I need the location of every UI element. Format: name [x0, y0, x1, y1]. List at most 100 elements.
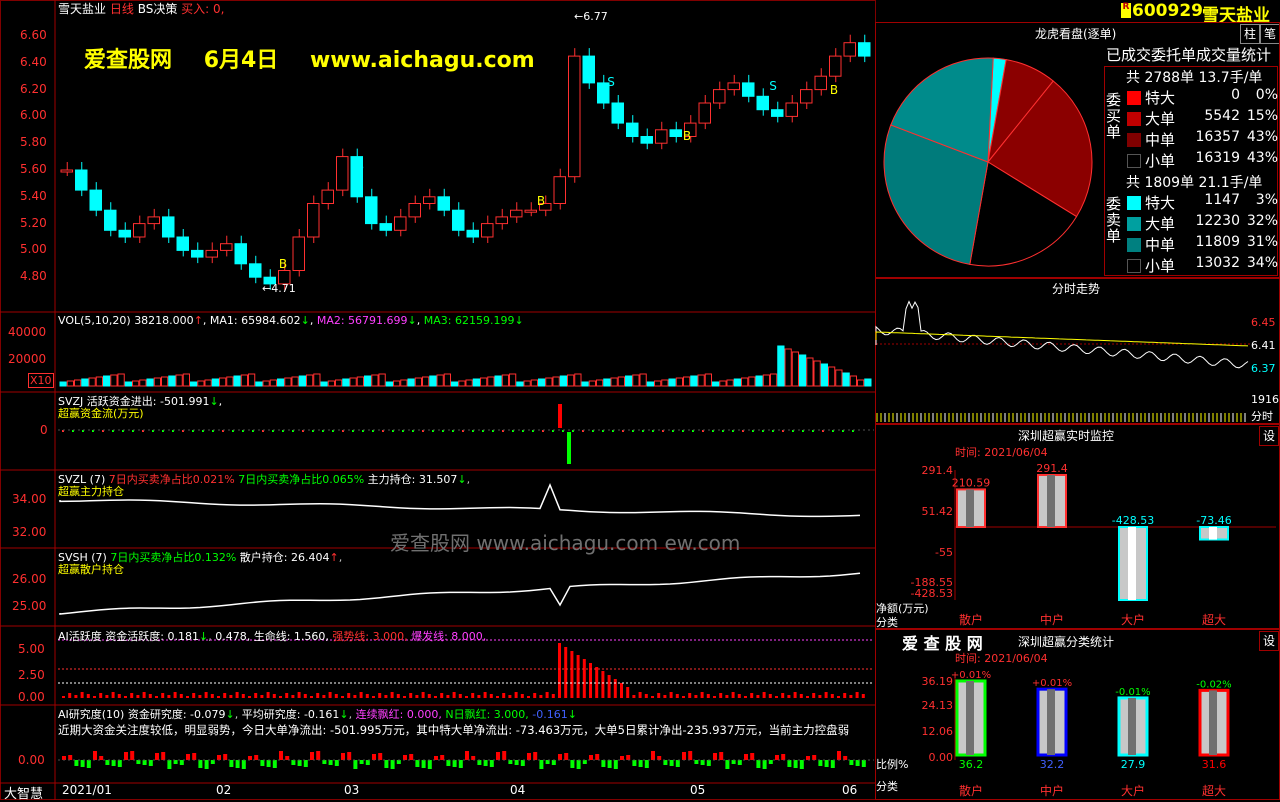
activity-bar — [415, 695, 419, 698]
activity-bar — [229, 695, 233, 698]
activity-bar — [799, 694, 803, 698]
price-axis-tick: 5.80 — [20, 135, 47, 150]
volume-bar — [639, 373, 647, 387]
activity-bar — [130, 693, 134, 698]
research-bar — [341, 753, 345, 760]
activity-bar — [105, 695, 109, 698]
volume-bar — [480, 377, 488, 387]
svzl-subtitle: 超赢主力持仓 — [58, 485, 124, 498]
research-bar — [471, 756, 476, 760]
sell-row-label: 特大 — [1145, 194, 1176, 212]
research-bar — [359, 760, 364, 764]
activity-bar — [477, 695, 481, 698]
activity-bar — [545, 692, 549, 698]
activity-bar — [303, 694, 307, 698]
candle-body — [176, 236, 189, 251]
sell-signal: S — [607, 75, 615, 89]
candle-body — [611, 102, 624, 124]
volume-bar — [124, 381, 132, 387]
volume-bar — [277, 378, 285, 387]
research-bar — [248, 756, 252, 760]
volume-bar — [806, 357, 814, 387]
activity-bar — [514, 692, 518, 698]
vol-axis-20000: 20000 — [8, 352, 47, 366]
realtime-settings-button[interactable]: 设 — [1259, 426, 1279, 446]
volume-bar — [487, 376, 495, 387]
volume-bar — [320, 381, 328, 387]
activity-bar — [719, 693, 723, 698]
activity-bar — [837, 696, 840, 698]
research-bar — [626, 755, 631, 760]
buy-row-label: 中单 — [1145, 131, 1176, 149]
activity-bar — [161, 693, 165, 698]
research-bar — [204, 760, 209, 769]
activity-bar — [179, 694, 183, 698]
activity-bar — [341, 696, 344, 698]
research-bar — [372, 754, 376, 760]
volume-bar — [313, 373, 321, 387]
research-bar — [837, 751, 841, 760]
research-bar — [861, 760, 866, 767]
price-axis-tick: 5.40 — [20, 188, 47, 203]
activity-bar — [204, 692, 208, 698]
activity-bar — [818, 695, 822, 698]
classify-axis-tick: 24.13 — [921, 699, 954, 712]
volume-bar — [799, 354, 807, 387]
buy-row-pct: 15% — [1246, 108, 1278, 124]
fund-flow-bar — [567, 432, 571, 464]
candle-body — [147, 216, 160, 225]
candle-body — [379, 223, 392, 231]
buy-row-swatch — [1127, 91, 1141, 105]
classify-time: 时间: 2021/06/04 — [955, 652, 1048, 665]
activity-bar — [787, 695, 791, 698]
volume-bar — [291, 376, 299, 387]
research-bar — [669, 760, 674, 766]
volume-bar — [857, 379, 865, 387]
vol-unit-badge: X10 — [28, 373, 54, 388]
volume-bar — [349, 377, 357, 387]
activity-bar — [322, 695, 326, 698]
vol-axis-40000: 40000 — [8, 325, 47, 339]
buy-side-label: 委买单 — [1106, 91, 1122, 141]
volume-bar — [400, 379, 408, 387]
research-bar — [713, 753, 717, 760]
intraday-vol-label: 1916 — [1251, 393, 1279, 406]
activity-bar — [117, 694, 121, 698]
volume-bar — [726, 379, 734, 387]
research-bar — [570, 760, 575, 768]
activity-bar — [210, 694, 214, 698]
realtime-axis-tick: -428.53 — [910, 587, 953, 600]
activity-bar — [744, 696, 747, 698]
activity-bar — [310, 696, 313, 698]
research-bar — [675, 760, 680, 767]
buy-row-label: 小单 — [1145, 152, 1176, 170]
low-price-marker: ←4.71 — [262, 282, 296, 295]
fund-flow-bar — [558, 404, 562, 428]
research-bar — [390, 760, 395, 769]
activity-bar — [217, 696, 220, 698]
classify-unit: 比例% — [876, 758, 909, 771]
activity-bar — [756, 695, 760, 698]
realtime-axis-tick: -55 — [935, 546, 953, 559]
classify-settings-button[interactable]: 设 — [1259, 631, 1279, 651]
activity-bar — [706, 694, 710, 698]
volume-bar — [255, 381, 263, 387]
research-bar — [80, 760, 85, 767]
research-bar — [334, 760, 339, 766]
volume-bar — [81, 378, 89, 387]
period-label[interactable]: 日线 — [110, 2, 134, 16]
stock-name: 雪天盐业 — [58, 2, 107, 16]
volume-bar — [385, 381, 393, 387]
volume-bar — [103, 375, 111, 387]
activity-bar — [260, 695, 264, 698]
research-bar — [806, 756, 810, 760]
research-bar — [849, 760, 854, 765]
research-bar — [297, 760, 302, 766]
activity-bar — [762, 692, 766, 698]
activity-bar — [768, 694, 772, 698]
research-bar — [545, 760, 550, 764]
sell-row-label: 小单 — [1145, 257, 1176, 275]
dragon-title: 龙虎看盘(逐单) — [1035, 27, 1117, 41]
volume-bar — [646, 381, 654, 387]
research-bar — [508, 760, 513, 764]
